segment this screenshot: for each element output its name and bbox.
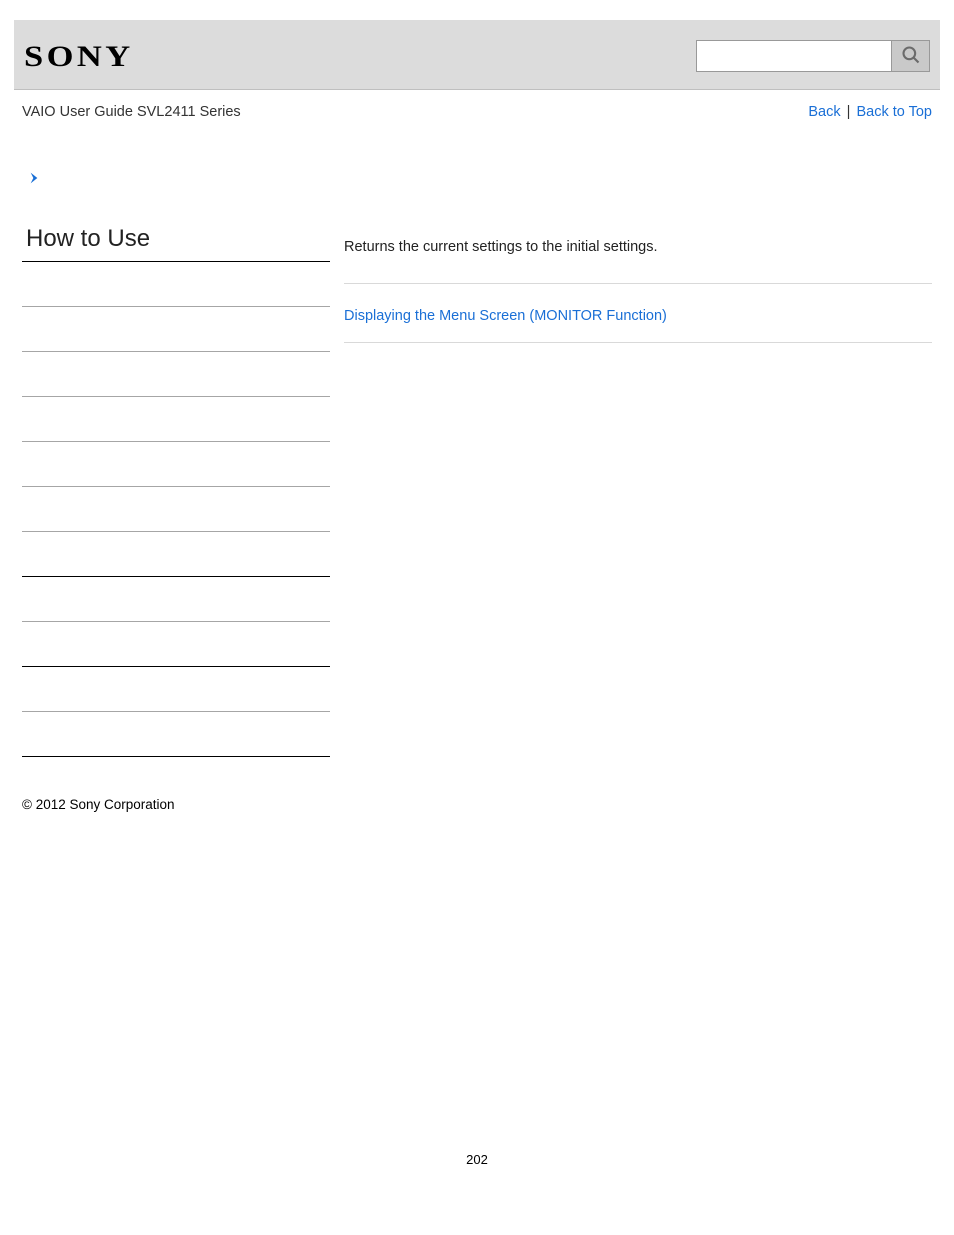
- content-description: Returns the current settings to the init…: [344, 225, 932, 284]
- chevron-right-icon: [28, 170, 954, 191]
- sidebar-item[interactable]: [22, 532, 330, 577]
- sidebar-list: [22, 262, 330, 757]
- related-topic-link[interactable]: Displaying the Menu Screen (MONITOR Func…: [344, 284, 932, 343]
- back-link[interactable]: Back: [808, 104, 840, 120]
- header-bar: SONY: [14, 20, 940, 90]
- sidebar-item[interactable]: [22, 307, 330, 352]
- breadcrumb: VAIO User Guide SVL2411 Series: [22, 104, 241, 120]
- back-to-top-link[interactable]: Back to Top: [856, 104, 932, 120]
- sidebar-item[interactable]: [22, 442, 330, 487]
- sidebar-item[interactable]: [22, 487, 330, 532]
- top-nav-links: Back | Back to Top: [808, 104, 932, 120]
- link-separator: |: [845, 104, 853, 120]
- sidebar-item[interactable]: [22, 667, 330, 712]
- search-container: [696, 40, 930, 72]
- sidebar-item[interactable]: [22, 352, 330, 397]
- sidebar-item[interactable]: [22, 712, 330, 757]
- page-number: 202: [0, 1152, 954, 1197]
- search-icon: [901, 45, 921, 68]
- subheader: VAIO User Guide SVL2411 Series Back | Ba…: [22, 104, 932, 120]
- sidebar-title: How to Use: [22, 225, 330, 262]
- sidebar-item[interactable]: [22, 577, 330, 622]
- search-input[interactable]: [696, 40, 892, 72]
- body-wrap: How to Use Returns the current settings …: [22, 225, 932, 757]
- sidebar-item[interactable]: [22, 622, 330, 667]
- sidebar-item[interactable]: [22, 397, 330, 442]
- sidebar: How to Use: [22, 225, 330, 757]
- search-button[interactable]: [892, 40, 930, 72]
- sony-logo: SONY: [24, 40, 134, 74]
- sidebar-item[interactable]: [22, 262, 330, 307]
- main-content: Returns the current settings to the init…: [344, 225, 932, 343]
- copyright-text: © 2012 Sony Corporation: [22, 797, 954, 812]
